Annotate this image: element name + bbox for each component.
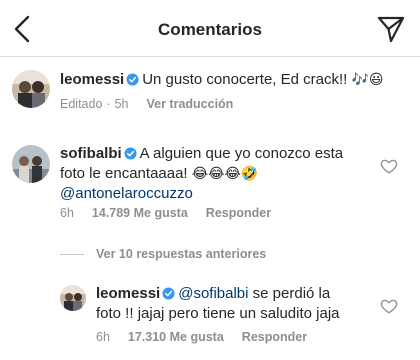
comment-meta: 6h 14.789 Me gusta Responder xyxy=(60,206,289,220)
comment-username[interactable]: leomessi xyxy=(60,71,124,88)
share-button[interactable] xyxy=(376,14,406,44)
reply-line: leomessi @sofibalbi se perdió la xyxy=(96,284,376,304)
avatar[interactable] xyxy=(60,285,86,311)
meta-separator: · xyxy=(106,97,111,111)
heart-icon xyxy=(380,159,398,174)
comment-line: foto le encantaaaa! 😂😂😂🤣 xyxy=(60,164,380,184)
likes-count[interactable]: 14.789 Me gusta xyxy=(92,206,188,220)
header-divider xyxy=(0,56,420,57)
reply-meta: 6h 17.310 Me gusta Responder xyxy=(96,330,325,344)
comment-emojis: 😂😂😂🤣 xyxy=(191,166,259,182)
comment-body-line2: foto le encantaaaa! xyxy=(60,165,188,182)
reply-body-line1: se perdió la xyxy=(252,285,331,302)
reply-body-line2: foto !! jajaj pero tiene un saludito jaj… xyxy=(96,305,340,322)
heart-icon xyxy=(380,299,398,314)
mention-link[interactable]: @antonelaroccuzzo xyxy=(60,185,193,202)
like-button[interactable] xyxy=(380,157,398,175)
verified-icon xyxy=(124,147,137,160)
verified-icon xyxy=(162,287,175,300)
reply-button[interactable]: Responder xyxy=(206,206,271,220)
comment-username[interactable]: sofibalbi xyxy=(60,145,122,162)
mention-link[interactable]: @sofibalbi xyxy=(178,285,248,302)
edited-label: Editado xyxy=(60,97,103,111)
reply-username[interactable]: leomessi xyxy=(96,285,160,302)
comment-emojis: 🎶😃 xyxy=(351,72,384,88)
comment-text: leomessi Un gusto conocerte, Ed crack!! 🎶… xyxy=(60,70,400,90)
reply-line: foto !! jajaj pero tiene un saludito jaj… xyxy=(96,304,376,324)
reply-button[interactable]: Responder xyxy=(242,330,307,344)
like-button[interactable] xyxy=(380,297,398,315)
replies-divider xyxy=(60,253,84,255)
page-title: Comentarios xyxy=(158,20,262,39)
avatar[interactable] xyxy=(12,70,50,108)
comment-body: Un gusto conocerte, Ed crack!! xyxy=(142,71,348,88)
reply-time: 6h xyxy=(96,330,110,344)
comment-time: 5h xyxy=(114,97,129,111)
comment-meta: Editado · 5h Ver traducción xyxy=(60,97,251,111)
avatar-image xyxy=(60,285,86,311)
comment-time: 6h xyxy=(60,206,74,220)
likes-count[interactable]: 17.310 Me gusta xyxy=(128,330,224,344)
send-icon xyxy=(377,16,405,43)
comment-body-line1: A alguien que yo conozco esta xyxy=(139,145,344,162)
view-replies-button[interactable]: Ver 10 respuestas anteriores xyxy=(60,246,266,262)
verified-icon xyxy=(126,73,139,86)
see-translation-link[interactable]: Ver traducción xyxy=(146,97,233,111)
comment-line: sofibalbi A alguien que yo conozco esta xyxy=(60,144,380,164)
avatar[interactable] xyxy=(12,145,50,183)
reply-text: leomessi @sofibalbi se perdió la foto !! … xyxy=(96,284,376,324)
header: Comentarios xyxy=(0,0,420,62)
avatar-image xyxy=(12,70,50,108)
view-replies-label: Ver 10 respuestas anteriores xyxy=(96,247,267,261)
avatar-image xyxy=(12,145,50,183)
comment-line: @antonelaroccuzzo xyxy=(60,184,380,204)
comment-text: sofibalbi A alguien que yo conozco esta f… xyxy=(60,144,380,204)
